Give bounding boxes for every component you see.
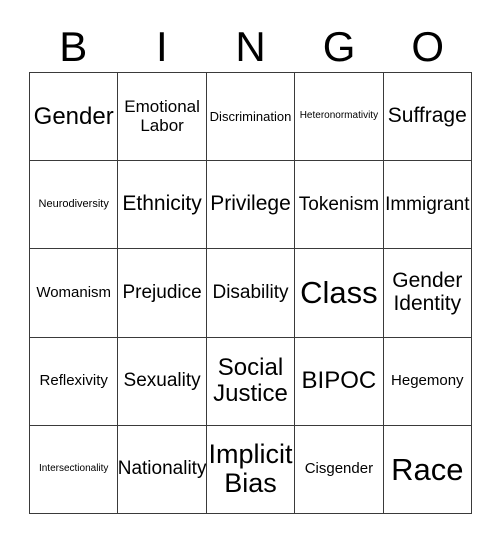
header-letter-n: N: [235, 23, 266, 70]
bingo-cell-label: Discrimination: [209, 108, 292, 124]
bingo-cell-label: Womanism: [36, 283, 112, 301]
bingo-cell-r4c1[interactable]: Reflexivity: [30, 337, 119, 426]
bingo-cell-label: Immigrant: [385, 193, 470, 215]
bingo-cell-r3c2[interactable]: Prejudice: [118, 249, 207, 338]
bingo-cell-label: Emotional Labor: [124, 97, 200, 135]
bingo-cell-label: Intersectionality: [38, 462, 109, 474]
bingo-cell-r1c2[interactable]: Emotional Labor: [118, 73, 207, 162]
bingo-cell-r1c1[interactable]: Gender: [30, 73, 119, 162]
bingo-cell-label: Social Justice: [213, 354, 288, 408]
bingo-cell-r4c2[interactable]: Sexuality: [118, 337, 207, 426]
bingo-cell-label: Race: [391, 451, 464, 487]
bingo-cell-r1c5[interactable]: Suffrage: [383, 73, 472, 162]
bingo-cell-r5c2[interactable]: Nationality: [118, 425, 207, 514]
header-letter-b: B: [59, 23, 88, 70]
bingo-cell-r5c1[interactable]: Intersectionality: [30, 425, 119, 514]
bingo-cell-r4c3[interactable]: Social Justice: [206, 337, 296, 426]
bingo-cell-r5c3[interactable]: Implicit Bias: [206, 425, 296, 514]
bingo-cell-r2c5[interactable]: Immigrant: [383, 161, 472, 250]
bingo-cell-label: Implicit Bias: [208, 439, 293, 499]
bingo-cell-r5c4[interactable]: Cisgender: [295, 425, 384, 514]
bingo-cell-label: Suffrage: [387, 104, 467, 128]
bingo-cell-label: Privilege: [210, 192, 291, 216]
bingo-cell-label: Nationality: [118, 458, 207, 480]
bingo-cell-r1c4[interactable]: Heteronormativity: [295, 73, 384, 162]
bingo-cell-label: BIPOC: [301, 367, 377, 395]
bingo-cell-r5c5[interactable]: Race: [383, 425, 472, 514]
bingo-cell-label: Gender: [33, 102, 114, 130]
bingo-cell-r3c1[interactable]: Womanism: [30, 249, 119, 338]
bingo-cell-label: Ethnicity: [122, 192, 202, 216]
bingo-cell-label: Gender Identity: [392, 269, 463, 315]
bingo-cell-label: Cisgender: [304, 460, 374, 478]
bingo-cell-r2c3[interactable]: Privilege: [206, 161, 296, 250]
bingo-cell-label: Disability: [212, 281, 289, 303]
bingo-cell-label: Prejudice: [122, 281, 202, 303]
header-letter-o: O: [411, 23, 444, 70]
bingo-cell-r1c3[interactable]: Discrimination: [206, 73, 296, 162]
header-letter-i: I: [156, 23, 168, 70]
bingo-cell-r2c2[interactable]: Ethnicity: [118, 161, 207, 250]
bingo-cell-label: Sexuality: [123, 369, 201, 391]
bingo-cell-r4c5[interactable]: Hegemony: [383, 337, 472, 426]
bingo-cell-r3c4[interactable]: Class: [295, 249, 384, 338]
bingo-cell-label: Hegemony: [391, 372, 464, 390]
bingo-header-row: B I N G O: [29, 22, 472, 72]
bingo-cell-label: Reflexivity: [39, 372, 108, 390]
bingo-card: B I N G O Gender Emotional Labor Discrim…: [0, 0, 500, 544]
header-letter-g: G: [322, 23, 356, 70]
bingo-cell-r3c5[interactable]: Gender Identity: [383, 249, 472, 338]
bingo-cell-r3c3[interactable]: Disability: [206, 249, 296, 338]
bingo-cell-r2c4[interactable]: Tokenism: [295, 161, 384, 250]
bingo-cell-r4c4[interactable]: BIPOC: [295, 337, 384, 426]
bingo-cell-label: Heteronormativity: [299, 110, 379, 122]
bingo-cell-label: Class: [300, 275, 378, 311]
bingo-grid: Gender Emotional Labor Discrimination He…: [29, 72, 472, 514]
bingo-cell-label: Tokenism: [298, 193, 380, 215]
bingo-cell-label: Neurodiversity: [38, 197, 109, 210]
bingo-cell-r2c1[interactable]: Neurodiversity: [30, 161, 119, 250]
